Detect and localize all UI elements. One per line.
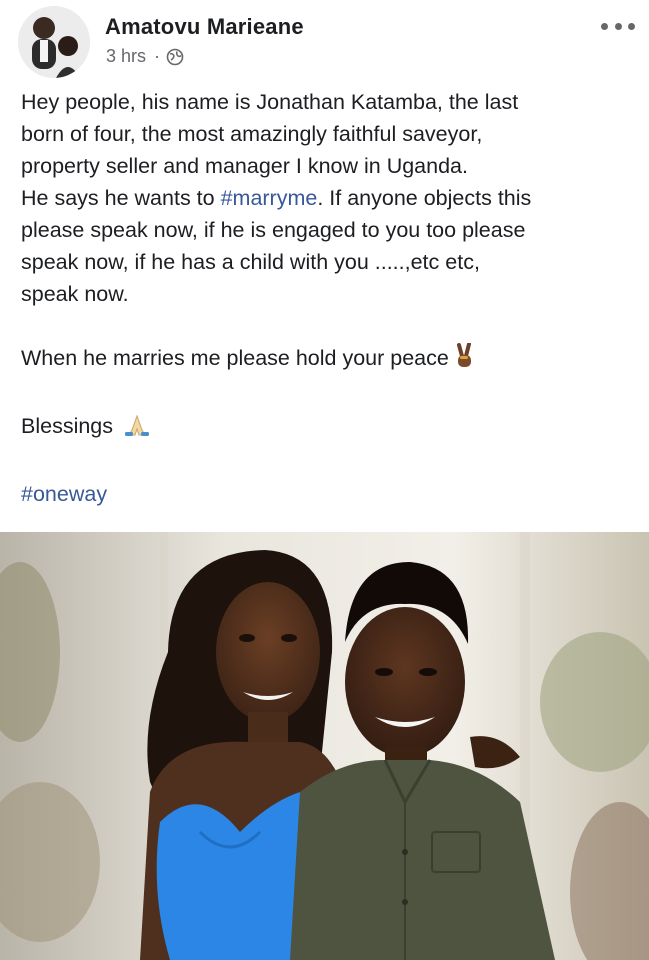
more-dot [614,22,622,30]
post-header: Amatovu Marieane 3 hrs · [0,0,649,80]
victory-hand-emoji [455,342,475,378]
more-dot [601,22,608,30]
body-line: Hey people, his name is Jonathan Katamba… [21,90,519,114]
body-text: He says he wants to [21,186,221,210]
globe-icon[interactable] [166,48,184,66]
body-text: . If anyone objects this [317,186,532,210]
facebook-post: Amatovu Marieane 3 hrs · Hey people, his… [0,0,649,960]
author-name[interactable]: Amatovu Marieane [105,14,304,40]
body-line: #oneway [21,478,636,510]
post-body: Hey people, his name is Jonathan Katamba… [21,86,636,510]
meta-separator: · [154,46,161,66]
body-line: speak now, if he has a child with you ..… [21,250,480,274]
body-line: born of four, the most amazingly faithfu… [21,122,483,146]
peace-text: When he marries me please hold your peac… [21,346,449,370]
timestamp[interactable]: 3 hrs [106,46,146,67]
more-options-button[interactable] [601,14,635,38]
post-meta: 3 hrs · [106,46,184,67]
body-line: He says he wants to #marryme. If anyone … [21,182,636,214]
praying-hands-emoji [119,414,155,446]
body-line: Blessings [21,410,636,446]
post-photo[interactable] [0,532,649,960]
more-dot [628,22,635,30]
blessings-text: Blessings [21,414,114,438]
body-line: speak now. [21,282,129,306]
body-line: When he marries me please hold your peac… [21,342,636,378]
hashtag-oneway[interactable]: #oneway [21,482,107,506]
hashtag-marryme[interactable]: #marryme [221,186,318,210]
author-avatar[interactable] [18,6,90,78]
body-line: property seller and manager I know in Ug… [21,154,468,178]
body-line: please speak now, if he is engaged to yo… [21,218,526,242]
